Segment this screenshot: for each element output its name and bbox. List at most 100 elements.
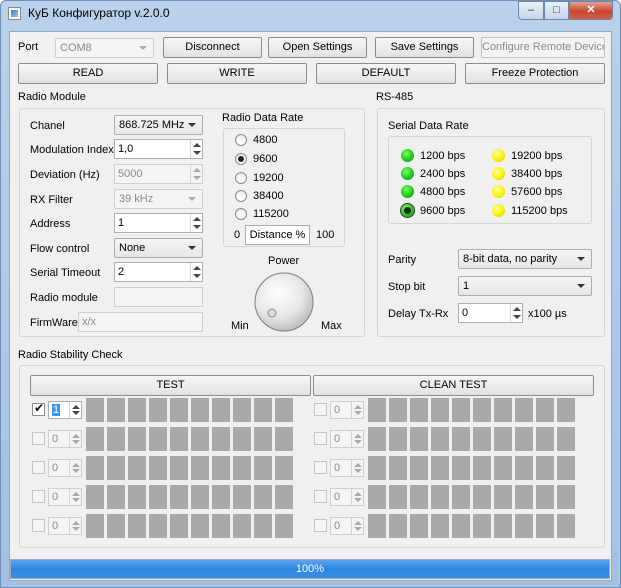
- spin-arrows[interactable]: [190, 140, 202, 158]
- spin-arrows[interactable]: [69, 460, 81, 476]
- rate-19200-label: 19200: [253, 172, 284, 184]
- down-arrow-icon: [193, 151, 201, 155]
- address-spinbox[interactable]: 1: [114, 213, 203, 233]
- title-bar[interactable]: КуБ Конфигуратор v.2.0.0 – □ ✕: [1, 1, 620, 27]
- rate-115200-radio[interactable]: [235, 208, 247, 220]
- chevron-down-icon: [188, 246, 196, 250]
- row-checkbox[interactable]: [314, 490, 327, 503]
- stability-cell: [254, 485, 272, 509]
- stability-cell: [149, 485, 167, 509]
- row-checkbox[interactable]: [314, 403, 327, 416]
- stop-bit-select[interactable]: 1: [458, 276, 592, 296]
- save-settings-button[interactable]: Save Settings: [375, 37, 474, 58]
- parity-select[interactable]: 8-bit data, no parity: [458, 249, 592, 269]
- spin-arrows[interactable]: [351, 489, 363, 505]
- stability-cell: [254, 398, 272, 422]
- parity-value: 8-bit data, no parity: [463, 253, 558, 265]
- maximize-button[interactable]: □: [544, 1, 569, 20]
- spin-arrows[interactable]: [190, 263, 202, 281]
- deviation-spinbox[interactable]: 5000: [114, 164, 203, 184]
- rate-115200-led[interactable]: [492, 204, 505, 217]
- configure-remote-button[interactable]: Configure Remote Device: [481, 37, 605, 58]
- port-select[interactable]: COM8: [55, 38, 154, 58]
- spin-arrows[interactable]: [351, 518, 363, 534]
- stability-cell: [494, 485, 512, 509]
- open-settings-button[interactable]: Open Settings: [268, 37, 367, 58]
- write-button[interactable]: WRITE: [167, 63, 307, 84]
- rate-38400-radio[interactable]: [235, 190, 247, 202]
- disconnect-button[interactable]: Disconnect: [163, 37, 262, 58]
- chanel-select[interactable]: 868.725 MHz: [114, 115, 203, 135]
- power-dial[interactable]: [252, 270, 316, 334]
- row-checkbox[interactable]: [32, 519, 45, 532]
- rate-19200-radio[interactable]: [235, 172, 247, 184]
- flow-control-select[interactable]: None: [114, 238, 203, 258]
- deviation-value: 5000: [118, 168, 143, 180]
- rate-57600-led[interactable]: [492, 185, 505, 198]
- row-count-spinbox[interactable]: 0: [330, 430, 364, 448]
- minimize-button[interactable]: –: [518, 1, 544, 20]
- stability-cell: [473, 427, 491, 451]
- row-count-spinbox[interactable]: 0: [48, 459, 82, 477]
- radio-module-title: Radio Module: [18, 91, 86, 103]
- stability-cell: [368, 427, 386, 451]
- row-checkbox[interactable]: [314, 519, 327, 532]
- spin-arrows[interactable]: [69, 402, 81, 418]
- stability-cell: [431, 427, 449, 451]
- modulation-value: 1,0: [118, 143, 134, 155]
- rate-38400-led[interactable]: [492, 167, 505, 180]
- read-button[interactable]: READ: [18, 63, 158, 84]
- row-count-spinbox[interactable]: 0: [48, 517, 82, 535]
- spin-arrows[interactable]: [69, 518, 81, 534]
- rate-9600-led[interactable]: [400, 203, 415, 218]
- clean-test-button[interactable]: CLEAN TEST: [313, 375, 594, 396]
- row-count-spinbox[interactable]: 0: [330, 517, 364, 535]
- spin-arrows[interactable]: [190, 214, 202, 232]
- down-arrow-icon: [354, 411, 362, 415]
- row-count-value: 0: [334, 520, 341, 532]
- down-arrow-icon: [513, 315, 521, 319]
- spin-arrows[interactable]: [351, 431, 363, 447]
- stability-cell: [86, 485, 104, 509]
- spin-arrows[interactable]: [69, 431, 81, 447]
- row-checkbox[interactable]: [32, 490, 45, 503]
- row-count-spinbox[interactable]: 0: [330, 459, 364, 477]
- spin-arrows[interactable]: [69, 489, 81, 505]
- spin-arrows[interactable]: [510, 304, 522, 322]
- row-checkbox[interactable]: [32, 461, 45, 474]
- stability-cell: [191, 456, 209, 480]
- rate-9600-radio[interactable]: [235, 153, 247, 165]
- test-button[interactable]: TEST: [30, 375, 311, 396]
- serial-timeout-spinbox[interactable]: 2: [114, 262, 203, 282]
- spin-arrows[interactable]: [351, 402, 363, 418]
- row-count-spinbox[interactable]: 0: [48, 488, 82, 506]
- close-button[interactable]: ✕: [569, 1, 613, 20]
- delay-spinbox[interactable]: 0: [458, 303, 523, 323]
- default-button[interactable]: DEFAULT: [316, 63, 456, 84]
- row-checkbox[interactable]: [32, 401, 45, 416]
- stability-cell: [452, 427, 470, 451]
- rx-filter-select[interactable]: 39 kHz: [114, 189, 203, 209]
- down-arrow-icon: [354, 440, 362, 444]
- chevron-down-icon: [188, 123, 196, 127]
- row-checkbox[interactable]: [314, 432, 327, 445]
- row-count-spinbox[interactable]: 1: [48, 401, 82, 419]
- down-arrow-icon: [354, 469, 362, 473]
- rate-1200-led[interactable]: [401, 149, 414, 162]
- rate-4800-led[interactable]: [401, 185, 414, 198]
- distance-field[interactable]: Distance %: [245, 225, 310, 245]
- modulation-spinbox[interactable]: 1,0: [114, 139, 203, 159]
- row-count-spinbox[interactable]: 0: [330, 488, 364, 506]
- row-checkbox[interactable]: [32, 432, 45, 445]
- rate-19200-led[interactable]: [492, 149, 505, 162]
- freeze-protection-button[interactable]: Freeze Protection: [465, 63, 605, 84]
- stability-cell: [149, 514, 167, 538]
- row-checkbox[interactable]: [314, 461, 327, 474]
- down-arrow-icon: [72, 411, 80, 415]
- row-count-spinbox[interactable]: 0: [48, 430, 82, 448]
- row-count-spinbox[interactable]: 0: [330, 401, 364, 419]
- rate-9600-serial-label: 9600 bps: [420, 205, 466, 217]
- rate-4800-radio[interactable]: [235, 134, 247, 146]
- spin-arrows[interactable]: [351, 460, 363, 476]
- rate-2400-led[interactable]: [401, 167, 414, 180]
